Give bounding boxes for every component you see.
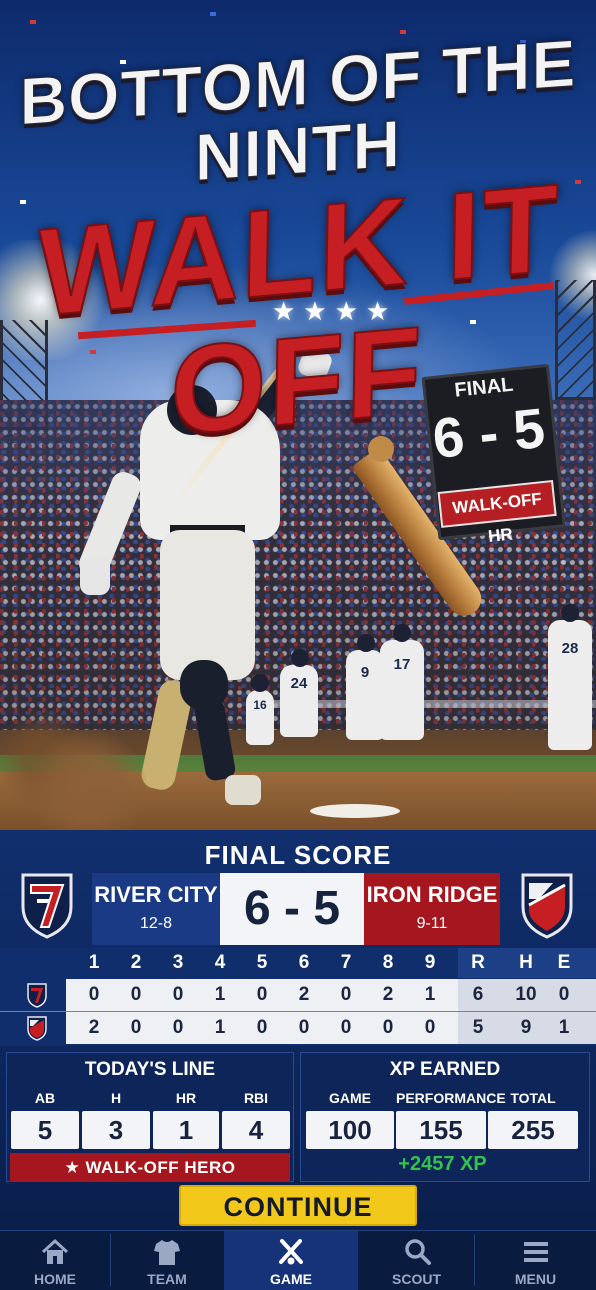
iron-ridge-logo (521, 873, 573, 939)
inning-header: 4 (214, 952, 226, 973)
nav-scout[interactable]: SCOUT (359, 1231, 474, 1290)
stat-value-rbi: 4 (222, 1111, 290, 1149)
line-score-row-home: 0 0 0 1 0 2 0 2 1 6 10 0 (0, 979, 596, 1011)
jersey-icon (154, 1240, 180, 1265)
headline: BOTTOM OF THE NINTH WALK IT OFF (0, 18, 596, 463)
line-score-row-away: 2 0 0 1 0 0 0 0 0 5 9 1 (0, 1012, 596, 1044)
home-hits: 10 (515, 984, 537, 1005)
teammate-9: 9 (346, 634, 384, 740)
home-plate (310, 804, 400, 818)
inning-header: 5 (256, 952, 268, 973)
stat-label-rbi: RBI (243, 1090, 269, 1106)
hits-header: H (519, 952, 533, 973)
away-team-box: IRON RIDGE 9-11 (364, 873, 500, 945)
away-inning-score: 0 (130, 1017, 142, 1038)
bottom-nav: HOME TEAM GAME SCOUT MENU (0, 1230, 596, 1290)
away-inning-score: 2 (88, 1017, 100, 1038)
magnifier-icon (404, 1239, 431, 1265)
inning-header: 3 (172, 952, 184, 973)
hero-illustration: 24 16 9 17 28 FINAL 6 - 5 WALK-OFF HR BO… (0, 0, 596, 830)
headline-stars: ★★★★ (272, 296, 398, 326)
xp-gain: +2457 XP (398, 1153, 487, 1175)
errors-header: E (557, 952, 571, 973)
away-inning-score: 0 (256, 1017, 268, 1038)
stat-value-ab: 5 (11, 1111, 79, 1149)
inning-header: 9 (424, 952, 436, 973)
away-runs: 5 (472, 1017, 484, 1038)
river-city-logo (21, 873, 73, 939)
home-inning-score: 1 (214, 984, 226, 1005)
dirt-spray (0, 690, 220, 830)
home-team-box: RIVER CITY 12-8 (92, 873, 220, 945)
nav-game-label: GAME (270, 1271, 312, 1287)
xp-label-total: TOTAL (510, 1090, 556, 1106)
nav-scout-label: SCOUT (392, 1271, 441, 1287)
continue-button[interactable]: CONTINUE (179, 1185, 417, 1226)
home-team-name: RIVER CITY (94, 882, 218, 907)
home-inning-score: 1 (424, 984, 436, 1005)
home-inning-score: 0 (256, 984, 268, 1005)
away-inning-score: 0 (382, 1017, 394, 1038)
home-runs: 6 (472, 984, 484, 1005)
river-city-mini-logo (27, 983, 47, 1008)
away-inning-score: 0 (340, 1017, 352, 1038)
home-inning-score: 0 (172, 984, 184, 1005)
home-inning-score: 0 (88, 984, 100, 1005)
xp-value-game: 100 (306, 1111, 394, 1149)
nav-team[interactable]: TEAM (111, 1231, 223, 1290)
inning-header: 1 (88, 952, 100, 973)
home-inning-score: 2 (382, 984, 394, 1005)
teammate-28: 28 (548, 604, 592, 750)
crossed-bats-icon (279, 1239, 303, 1265)
home-team-record: 12-8 (139, 915, 173, 932)
inning-header: 6 (298, 952, 310, 973)
xp-value-total: 255 (488, 1111, 578, 1149)
away-team-record: 9-11 (416, 915, 448, 932)
stat-label-h: H (110, 1090, 122, 1106)
home-icon (41, 1238, 69, 1264)
inning-header: 8 (382, 952, 394, 973)
nav-game[interactable]: GAME (224, 1231, 358, 1290)
inning-header: 7 (340, 952, 352, 973)
home-inning-score: 0 (340, 984, 352, 1005)
away-inning-score: 1 (214, 1017, 226, 1038)
home-inning-score: 0 (130, 984, 142, 1005)
away-inning-score: 0 (424, 1017, 436, 1038)
final-score-value: 6 - 5 (220, 873, 364, 945)
line-score-header: 1 2 3 4 5 6 7 8 9 R H E (0, 948, 596, 978)
away-inning-score: 0 (298, 1017, 310, 1038)
nav-menu[interactable]: MENU (475, 1231, 596, 1290)
nav-team-label: TEAM (147, 1271, 187, 1287)
stat-label-ab: AB (34, 1090, 56, 1106)
stat-value-hr: 1 (153, 1111, 219, 1149)
away-hits: 9 (520, 1017, 532, 1038)
away-errors: 1 (558, 1017, 570, 1038)
iron-ridge-mini-logo (27, 1016, 47, 1041)
walk-off-hero-badge: ★ WALK-OFF HERO (10, 1153, 290, 1182)
todays-line-title: TODAY'S LINE (84, 1059, 216, 1080)
runs-header: R (471, 952, 485, 973)
away-team-name: IRON RIDGE (366, 882, 498, 907)
teammate-17: 17 (380, 624, 424, 740)
nav-home-label: HOME (34, 1271, 76, 1287)
home-inning-score: 2 (298, 984, 310, 1005)
inning-header: 2 (130, 952, 142, 973)
nav-home[interactable]: HOME (0, 1231, 110, 1290)
stat-value-h: 3 (82, 1111, 150, 1149)
teammate-16: 16 (246, 674, 274, 745)
line-score-table: 1 2 3 4 5 6 7 8 9 R H E 0 0 0 1 0 2 0 2 … (0, 948, 596, 1046)
nav-menu-label: MENU (514, 1271, 557, 1287)
xp-label-game: GAME (329, 1090, 371, 1106)
xp-value-performance: 155 (396, 1111, 486, 1149)
away-inning-score: 0 (172, 1017, 184, 1038)
teammate-24: 24 (280, 649, 318, 737)
menu-icon (523, 1242, 548, 1262)
xp-label-performance: PERFORMANCE (396, 1090, 506, 1106)
final-score-title: FINAL SCORE (204, 840, 392, 870)
stat-label-hr: HR (175, 1090, 197, 1106)
xp-earned-title: XP EARNED (389, 1059, 501, 1080)
home-errors: 0 (558, 984, 570, 1005)
